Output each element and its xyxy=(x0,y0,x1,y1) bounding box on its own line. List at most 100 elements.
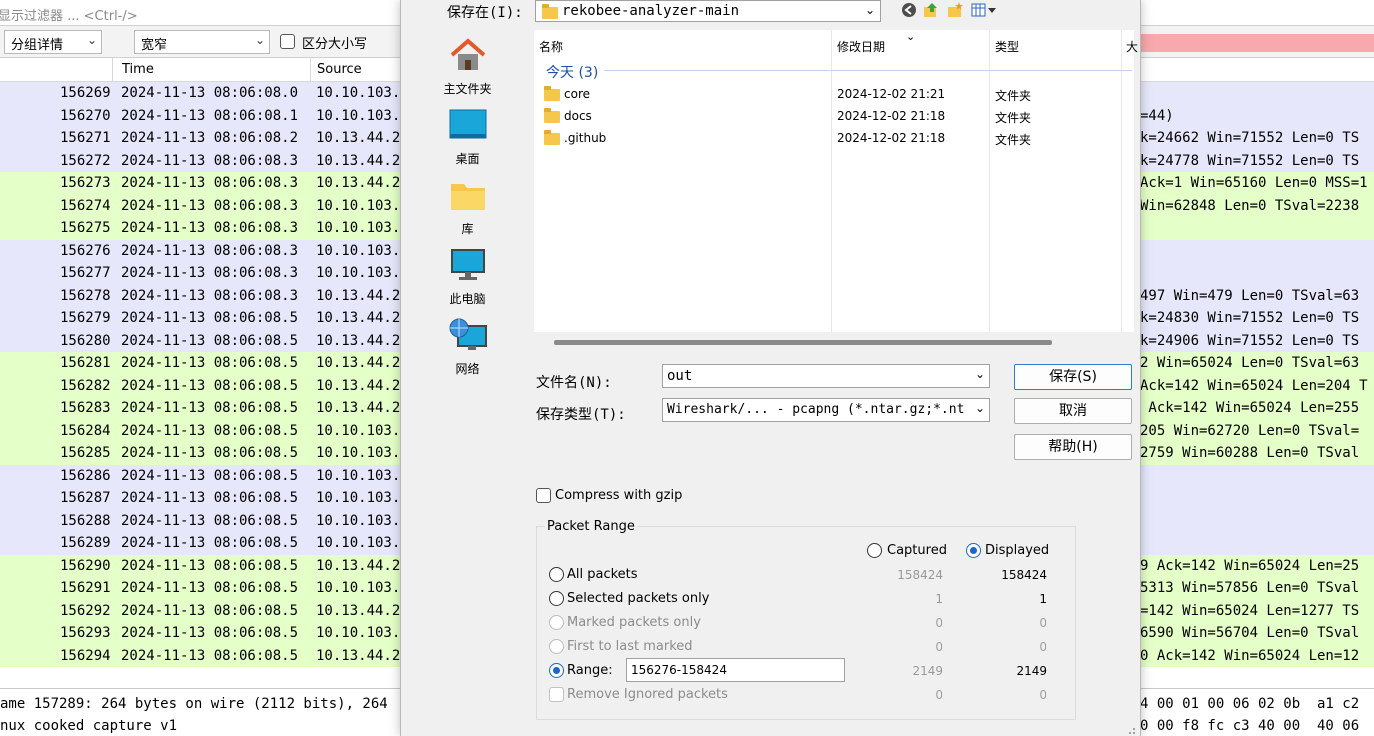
first-to-last-marked-radio[interactable] xyxy=(549,639,564,654)
filename-label: 文件名(N): xyxy=(536,375,612,391)
packet-number: 156272 xyxy=(60,152,111,169)
file-name: docs xyxy=(564,109,592,123)
packet-time: 2024-11-13 08:06:08.3 xyxy=(121,220,299,236)
selected-packets-radio[interactable] xyxy=(549,591,564,606)
view-menu-icon[interactable] xyxy=(971,2,997,18)
column-header-size[interactable]: 大 xyxy=(1126,38,1138,55)
packet-source: 10.13.44.2 xyxy=(316,152,401,169)
place-this-pc[interactable]: 此电脑 xyxy=(403,244,532,308)
packet-number: 156278 xyxy=(60,287,111,304)
folder-icon xyxy=(544,86,560,101)
packet-range-group: Packet Range Captured Displayed All pack… xyxy=(536,519,1076,720)
packet-number: 156281 xyxy=(60,355,111,371)
back-icon[interactable] xyxy=(901,2,917,18)
all-packets-displayed-count: 158424 xyxy=(1001,568,1047,582)
packet-number: 156270 xyxy=(60,107,111,124)
resize-grip-icon[interactable] xyxy=(1126,724,1136,734)
file-list[interactable]: 名称 修改日期 ⌄ 类型 大 今天 (3) core 2024-12-02 21:… xyxy=(534,30,1138,332)
column-header-type[interactable]: 类型 xyxy=(995,38,1019,55)
range-input[interactable]: 156276-158424 xyxy=(626,658,845,682)
folder-icon xyxy=(544,108,560,123)
packet-time: 2024-11-13 08:06:08.5 xyxy=(121,467,299,484)
packet-time: 2024-11-13 08:06:08.5 xyxy=(121,580,299,596)
packet-source: 10.10.103. xyxy=(316,625,401,641)
packet-time: 2024-11-13 08:06:08.5 xyxy=(121,445,299,461)
all-packets-radio[interactable] xyxy=(549,567,564,582)
filetype-select[interactable]: Wireshark/... - pcapng (*.ntar.gz;*.nt ⌄ xyxy=(662,398,990,422)
packet-number: 156291 xyxy=(60,580,111,596)
places-sidebar: 主文件夹 桌面 库 此电脑 网络 xyxy=(403,24,532,480)
packet-source: 10.10.103. xyxy=(316,197,401,214)
packet-info: k=24906 Win=71552 Len=0 TS xyxy=(1140,332,1360,349)
new-folder-icon[interactable] xyxy=(947,2,963,18)
packet-number: 156283 xyxy=(60,400,111,416)
packet-info: 9 Ack=142 Win=65024 Len=25 xyxy=(1140,557,1360,574)
up-folder-icon[interactable] xyxy=(923,2,939,18)
packet-info: Win=62848 Len=0 TSval=2238 xyxy=(1140,197,1360,214)
place-library[interactable]: 库 xyxy=(403,174,532,238)
packet-info: 205 Win=62720 Len=0 TSval= xyxy=(1140,422,1360,439)
remove-ignored-checkbox[interactable] xyxy=(549,687,564,702)
marked-packets-radio[interactable] xyxy=(549,615,564,630)
packet-range-title: Packet Range xyxy=(545,519,637,534)
detail-frame-line[interactable]: ame 157289: 264 bytes on wire (2112 bits… xyxy=(0,696,388,712)
packet-source: 10.13.44.2 xyxy=(316,377,401,394)
packet-source: 10.13.44.2 xyxy=(316,355,401,371)
range-radio[interactable] xyxy=(549,663,564,678)
displayed-radio[interactable] xyxy=(966,543,981,558)
packet-time: 2024-11-13 08:06:08.5 xyxy=(121,490,299,506)
place-network[interactable]: 网络 xyxy=(403,314,532,378)
packet-source: 10.13.44.2 xyxy=(316,557,401,574)
case-sensitive-checkbox[interactable] xyxy=(280,34,295,49)
packet-source: 10.10.103. xyxy=(316,85,401,101)
group-header-today[interactable]: 今天 (3) xyxy=(546,62,598,82)
packet-info: Ack=142 Win=65024 Len=204 T xyxy=(1140,377,1368,394)
packet-number: 156285 xyxy=(60,445,111,461)
cancel-button[interactable]: 取消 xyxy=(1014,398,1132,424)
packet-time: 2024-11-13 08:06:08.3 xyxy=(121,265,299,281)
first-last-captured-count: 0 xyxy=(935,640,943,654)
file-modified: 2024-12-02 21:21 xyxy=(837,87,946,101)
compress-gzip-checkbox[interactable] xyxy=(536,488,551,503)
packet-source: 10.13.44.2 xyxy=(316,287,401,304)
packet-time: 2024-11-13 08:06:08.5 xyxy=(121,625,299,641)
lookin-value: rekobee-analyzer-main xyxy=(562,3,740,19)
filename-value: out xyxy=(667,368,693,384)
file-row[interactable]: .github 2024-12-02 21:18 文件夹 xyxy=(534,127,1134,149)
packet-time: 2024-11-13 08:06:08.3 xyxy=(121,197,299,214)
packet-source: 10.13.44.2 xyxy=(316,602,401,619)
packet-source: 10.13.44.2 xyxy=(316,647,401,664)
column-header-name[interactable]: 名称 xyxy=(539,38,563,55)
packet-number: 156293 xyxy=(60,625,111,641)
packet-info: 497 Win=479 Len=0 TSval=63 xyxy=(1140,287,1360,304)
packet-info: k=24662 Win=71552 Len=0 TS xyxy=(1140,130,1360,146)
detail-linux-sll-line[interactable]: nux cooked capture v1 xyxy=(0,718,177,734)
column-header-time[interactable]: Time xyxy=(122,62,154,77)
save-as-dialog: 保存在(I): rekobee-analyzer-main ⌄ 主文件夹 桌面 … xyxy=(400,0,1141,736)
packet-number: 156274 xyxy=(60,197,111,214)
column-header-source[interactable]: Source xyxy=(317,62,362,77)
char-width-dropdown[interactable]: 宽窄 ⌄ xyxy=(134,30,270,54)
search-field-error[interactable] xyxy=(1140,34,1374,52)
file-list-horizontal-scrollbar[interactable] xyxy=(554,340,1052,345)
place-home[interactable]: 主文件夹 xyxy=(403,34,532,98)
search-in-dropdown[interactable]: 分组详情 ⌄ xyxy=(4,30,102,54)
packet-number: 156286 xyxy=(60,467,111,484)
packet-number: 156289 xyxy=(60,535,111,551)
lookin-combobox[interactable]: rekobee-analyzer-main ⌄ xyxy=(535,0,881,22)
file-row[interactable]: core 2024-12-02 21:21 文件夹 xyxy=(534,83,1134,105)
help-button[interactable]: 帮助(H) xyxy=(1014,434,1132,460)
chevron-down-icon: ⌄ xyxy=(974,401,985,415)
folder-icon xyxy=(544,130,560,145)
place-label: 此电脑 xyxy=(449,292,486,306)
packet-source: 10.13.44.2 xyxy=(316,130,401,146)
save-button[interactable]: 保存(S) xyxy=(1014,364,1132,390)
packet-time: 2024-11-13 08:06:08.3 xyxy=(121,287,299,304)
packet-time: 2024-11-13 08:06:08.5 xyxy=(121,310,299,326)
file-row[interactable]: docs 2024-12-02 21:18 文件夹 xyxy=(534,105,1134,127)
column-header-modified[interactable]: 修改日期 xyxy=(837,38,885,55)
packet-time: 2024-11-13 08:06:08.2 xyxy=(121,130,299,146)
place-desktop[interactable]: 桌面 xyxy=(403,104,532,168)
filename-input[interactable]: out ⌄ xyxy=(662,364,990,388)
captured-radio[interactable] xyxy=(867,543,882,558)
